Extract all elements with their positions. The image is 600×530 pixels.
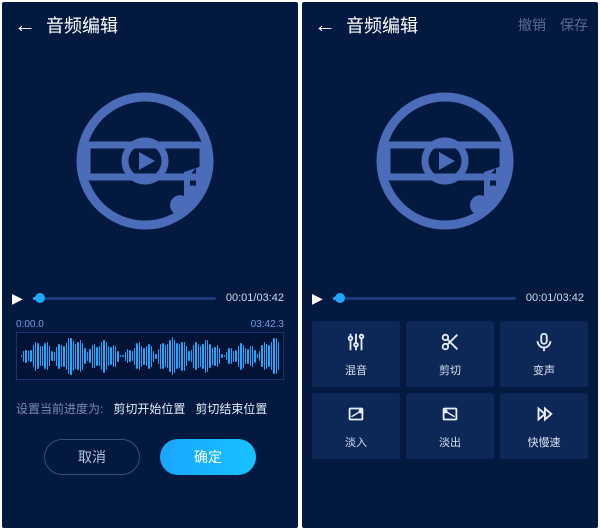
waveform-times: 0:00.0 03:42.3 [16, 319, 284, 330]
sliders-icon [345, 331, 367, 356]
tool-label: 变声 [533, 362, 555, 378]
header: ← 音频编辑 撤销 保存 [302, 2, 598, 48]
player-bar: ▶ 00:01/03:42 [2, 283, 298, 313]
tools-grid: 混音 剪切 [302, 313, 598, 471]
progress-track[interactable] [333, 297, 516, 300]
timecode: 00:01/03:42 [526, 292, 584, 304]
page-title: 音频编辑 [346, 12, 504, 38]
tool-mix[interactable]: 混音 [312, 321, 400, 387]
tool-cut[interactable]: 剪切 [406, 321, 494, 387]
scissors-icon [439, 331, 461, 356]
waveform-end-time: 03:42.3 [251, 319, 284, 330]
tool-fadeout[interactable]: 淡出 [406, 393, 494, 459]
set-end-option[interactable]: 剪切结束位置 [195, 400, 267, 417]
player-bar: ▶ 00:01/03:42 [302, 283, 598, 313]
tool-label: 淡出 [439, 434, 461, 450]
tool-voice[interactable]: 变声 [500, 321, 588, 387]
set-start-option[interactable]: 剪切开始位置 [113, 400, 185, 417]
album-art [2, 48, 298, 283]
undo-button[interactable]: 撤销 [518, 15, 546, 35]
mic-icon [533, 331, 555, 356]
tool-speed[interactable]: 快慢速 [500, 393, 588, 459]
audio-disc-icon [365, 81, 535, 251]
back-icon[interactable]: ← [312, 10, 342, 40]
screen-edit-cut: ← 音频编辑 ▶ 00:01/03:42 0:00.0 03:42.3 [2, 2, 298, 528]
save-button[interactable]: 保存 [560, 15, 588, 35]
screen-edit-tools: ← 音频编辑 撤销 保存 ▶ 00:01/03:42 [302, 2, 598, 528]
tool-label: 剪切 [439, 362, 461, 378]
tool-label: 淡入 [345, 434, 367, 450]
play-icon[interactable]: ▶ [312, 290, 323, 307]
header: ← 音频编辑 [2, 2, 298, 48]
set-progress-label: 设置当前进度为: [16, 400, 103, 417]
tool-label: 快慢速 [528, 434, 561, 450]
album-art [302, 48, 598, 283]
timecode: 00:01/03:42 [226, 292, 284, 304]
progress-thumb[interactable] [335, 293, 345, 303]
tool-fadein[interactable]: 淡入 [312, 393, 400, 459]
waveform-start-time: 0:00.0 [16, 319, 44, 330]
button-row: 取消 确定 [2, 421, 298, 495]
fadeout-icon [439, 403, 461, 428]
speed-icon [533, 403, 555, 428]
audio-disc-icon [65, 81, 235, 251]
page-title: 音频编辑 [46, 12, 288, 38]
tool-label: 混音 [345, 362, 367, 378]
waveform[interactable] [16, 332, 284, 380]
waveform-panel: 0:00.0 03:42.3 [2, 313, 298, 390]
cancel-button[interactable]: 取消 [44, 439, 140, 475]
set-progress-row: 设置当前进度为: 剪切开始位置 剪切结束位置 [2, 390, 298, 421]
fadein-icon [345, 403, 367, 428]
progress-thumb[interactable] [35, 293, 45, 303]
confirm-button[interactable]: 确定 [160, 439, 256, 475]
progress-track[interactable] [33, 297, 216, 300]
back-icon[interactable]: ← [12, 10, 42, 40]
play-icon[interactable]: ▶ [12, 290, 23, 307]
